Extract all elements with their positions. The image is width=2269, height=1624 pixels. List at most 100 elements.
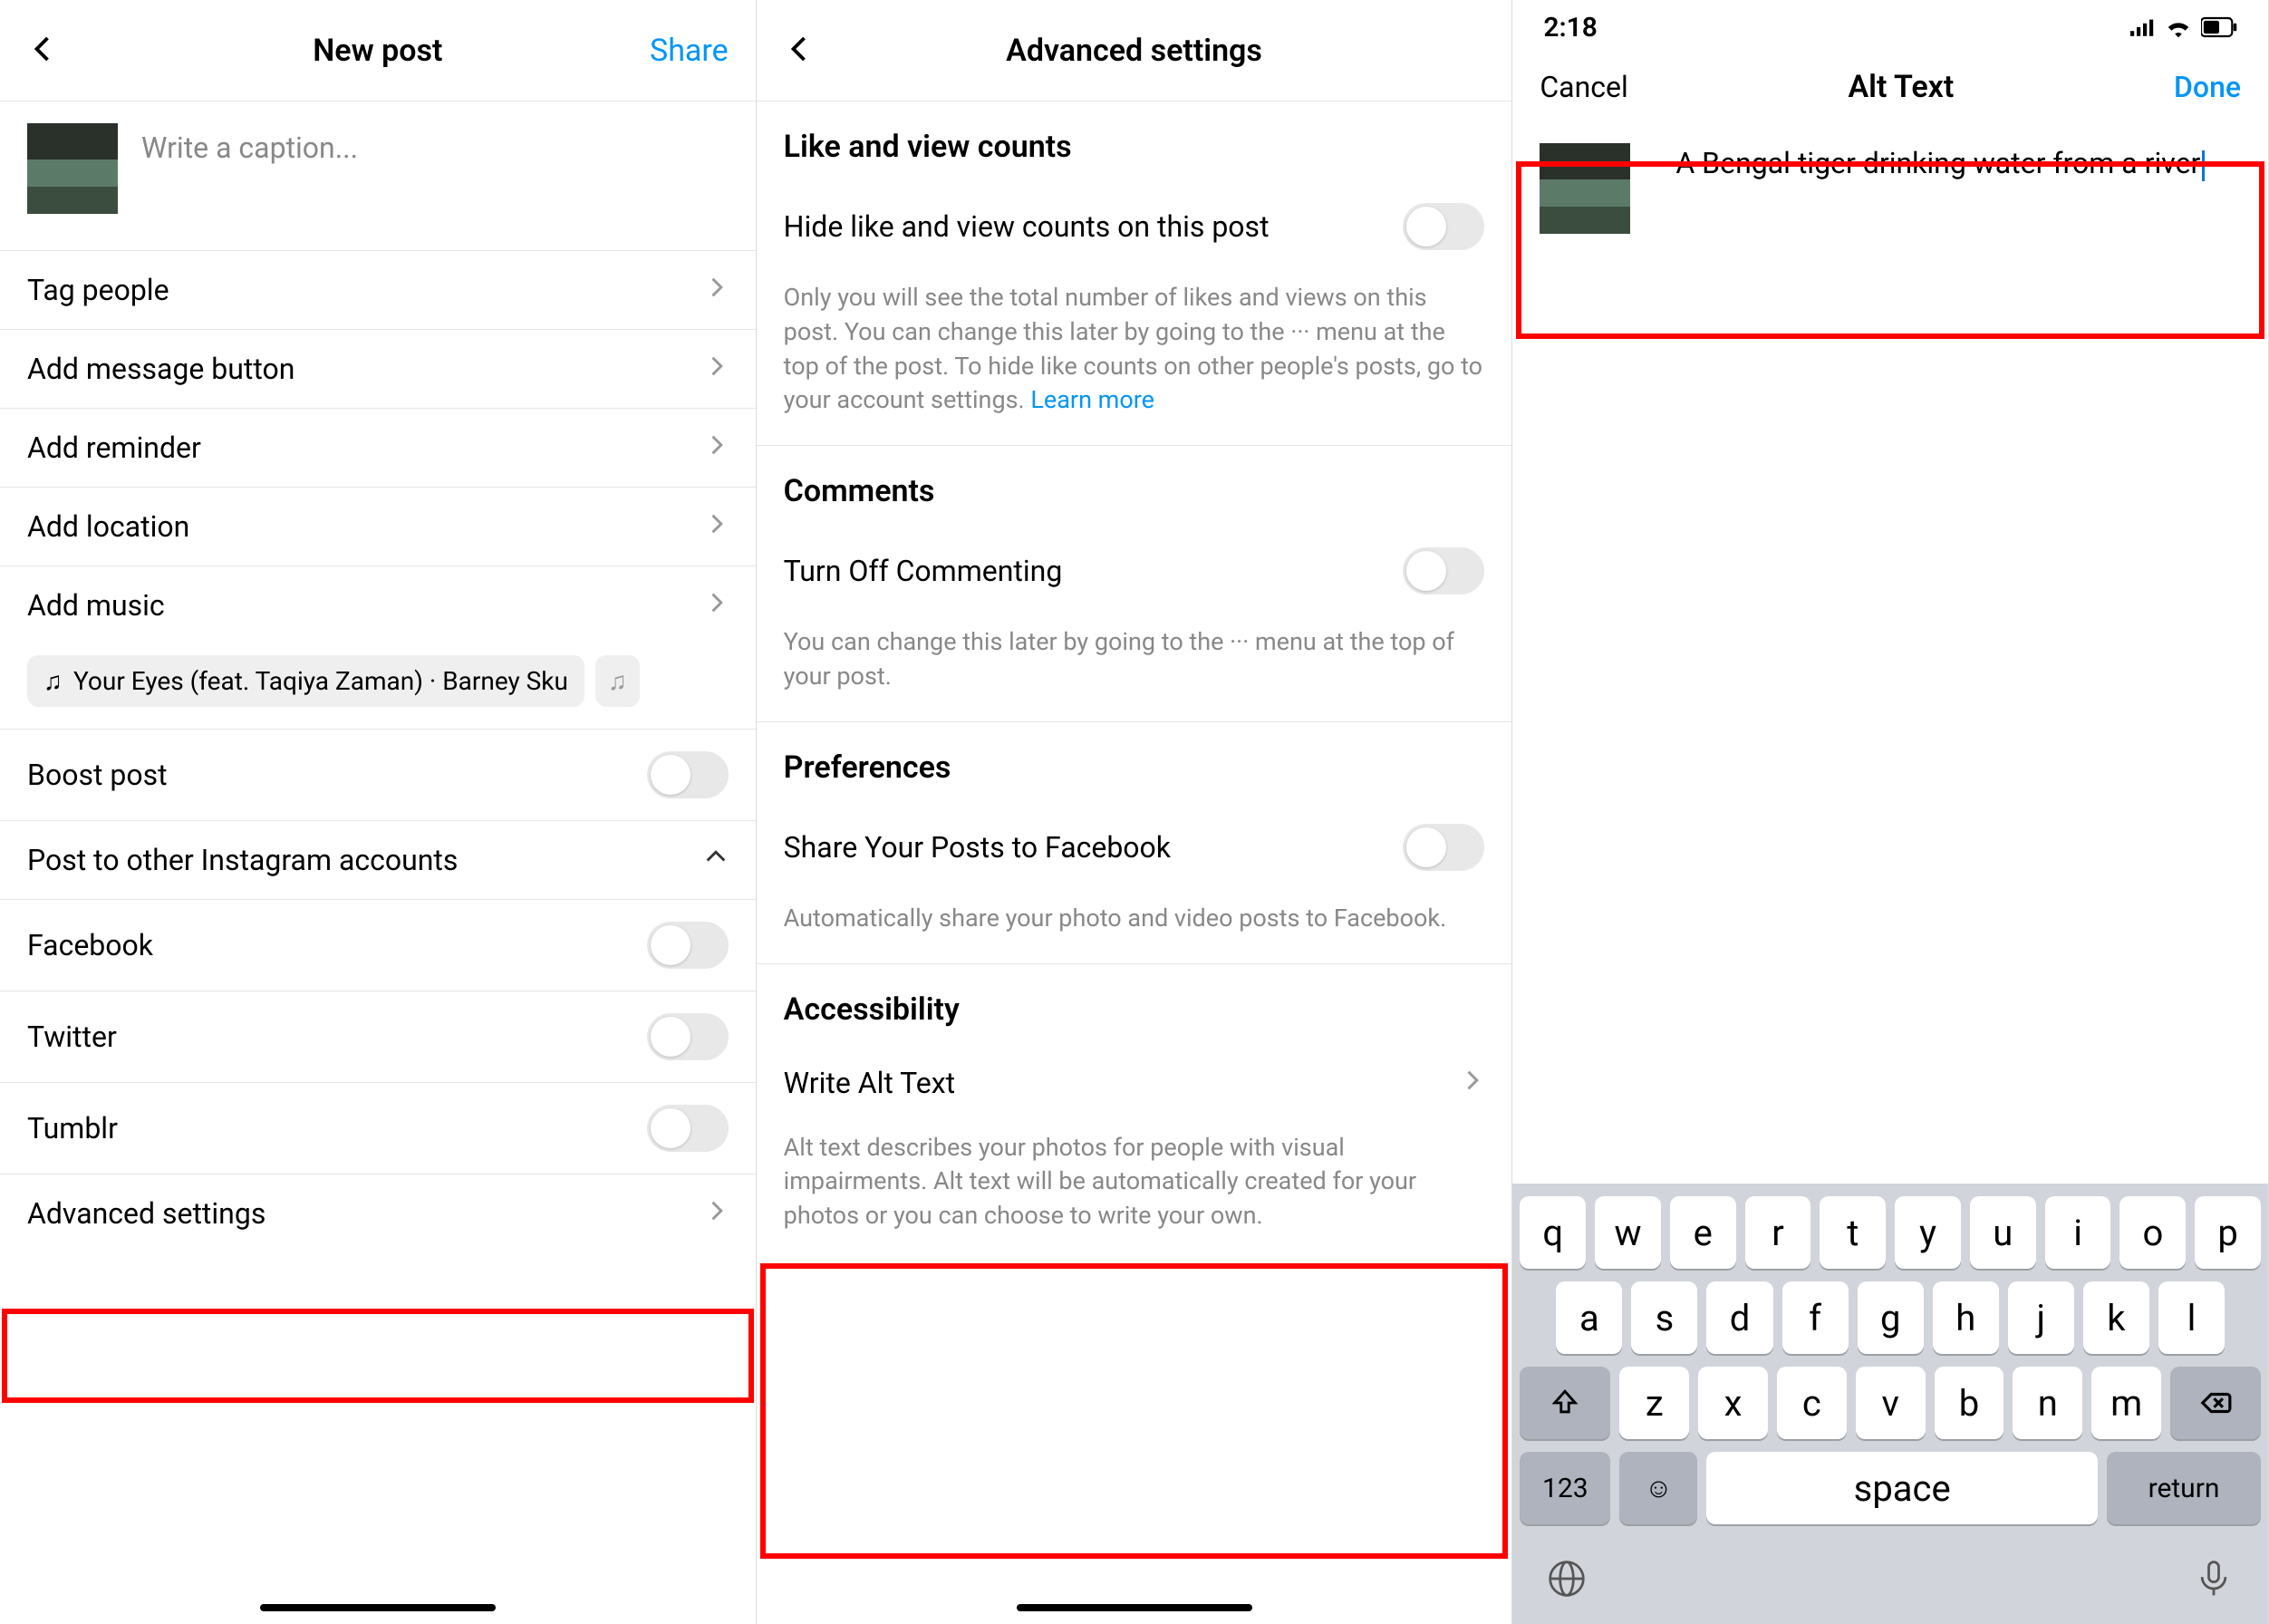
key-c[interactable]: c bbox=[1777, 1367, 1847, 1439]
key-l[interactable]: l bbox=[2158, 1281, 2225, 1354]
row-share-facebook[interactable]: Share Your Posts to Facebook bbox=[757, 800, 1512, 894]
key-return[interactable]: return bbox=[2107, 1452, 2261, 1524]
done-button[interactable]: Done bbox=[2174, 70, 2241, 104]
key-j[interactable]: j bbox=[2008, 1281, 2074, 1354]
battery-icon bbox=[2201, 16, 2237, 38]
toggle-twitter[interactable] bbox=[647, 1013, 729, 1060]
caption-input[interactable]: Write a caption... bbox=[141, 123, 358, 214]
row-label: Post to other Instagram accounts bbox=[27, 843, 458, 877]
alt-text-input[interactable]: A Bengal tiger drinking water from a riv… bbox=[1675, 143, 2205, 234]
key-emoji[interactable]: ☺ bbox=[1619, 1452, 1697, 1524]
back-icon[interactable] bbox=[27, 33, 60, 69]
key-space[interactable]: space bbox=[1706, 1452, 2098, 1524]
row-label: Twitter bbox=[27, 1020, 117, 1054]
key-k[interactable]: k bbox=[2083, 1281, 2149, 1354]
key-y[interactable]: y bbox=[1895, 1196, 1961, 1269]
header-new-post: New post Share bbox=[0, 0, 756, 102]
helper-accessibility: Alt text describes your photos for peopl… bbox=[757, 1124, 1512, 1261]
row-hide-like-counts[interactable]: Hide like and view counts on this post bbox=[757, 179, 1512, 274]
key-e[interactable]: e bbox=[1670, 1196, 1736, 1269]
music-chip[interactable]: ♫ Your Eyes (feat. Taqiya Zaman) · Barne… bbox=[27, 655, 584, 707]
key-u[interactable]: u bbox=[1970, 1196, 2036, 1269]
row-post-to-other[interactable]: Post to other Instagram accounts bbox=[0, 821, 756, 900]
row-advanced-settings[interactable]: Advanced settings bbox=[0, 1174, 756, 1252]
keyboard-row-2: a s d f g h j k l bbox=[1520, 1281, 2261, 1354]
page-title: New post bbox=[154, 33, 602, 69]
toggle-share-fb[interactable] bbox=[1403, 824, 1484, 871]
keyboard-row-4: 123 ☺ space return bbox=[1520, 1452, 2261, 1524]
toggle-boost-post[interactable] bbox=[647, 751, 729, 798]
key-r[interactable]: r bbox=[1745, 1196, 1811, 1269]
key-s[interactable]: s bbox=[1631, 1281, 1697, 1354]
row-label: Add message button bbox=[27, 352, 294, 386]
key-i[interactable]: i bbox=[2045, 1196, 2111, 1269]
post-thumbnail[interactable] bbox=[27, 123, 118, 214]
toggle-commenting[interactable] bbox=[1403, 547, 1484, 594]
emoji-icon: ☺ bbox=[1645, 1473, 1673, 1504]
row-label: Advanced settings bbox=[27, 1196, 266, 1231]
globe-icon bbox=[1547, 1559, 1587, 1599]
key-v[interactable]: v bbox=[1856, 1367, 1926, 1439]
key-m[interactable]: m bbox=[2091, 1367, 2161, 1439]
section-like-view: Like and view counts bbox=[757, 102, 1512, 179]
key-globe[interactable] bbox=[1547, 1559, 1587, 1602]
row-write-alt-text[interactable]: Write Alt Text bbox=[757, 1042, 1512, 1124]
key-z[interactable]: z bbox=[1619, 1367, 1689, 1439]
header-advanced-settings: Advanced settings bbox=[757, 0, 1512, 102]
toggle-hide-like[interactable] bbox=[1403, 203, 1484, 250]
chevron-right-icon bbox=[703, 273, 729, 307]
key-n[interactable]: n bbox=[2013, 1367, 2082, 1439]
key-f[interactable]: f bbox=[1782, 1281, 1849, 1354]
key-shift[interactable] bbox=[1520, 1367, 1610, 1439]
key-t[interactable]: t bbox=[1820, 1196, 1886, 1269]
key-o[interactable]: o bbox=[2119, 1196, 2186, 1269]
key-h[interactable]: h bbox=[1933, 1281, 1999, 1354]
key-g[interactable]: g bbox=[1858, 1281, 1924, 1354]
toggle-facebook[interactable] bbox=[647, 922, 729, 969]
row-social-twitter[interactable]: Twitter bbox=[0, 991, 756, 1083]
row-label: Write Alt Text bbox=[784, 1066, 955, 1100]
music-chip-next[interactable]: ♫ bbox=[595, 655, 640, 707]
key-w[interactable]: w bbox=[1595, 1196, 1661, 1269]
keyboard-row-3: z x c v b n m bbox=[1520, 1367, 2261, 1439]
key-p[interactable]: p bbox=[2195, 1196, 2261, 1269]
key-d[interactable]: d bbox=[1706, 1281, 1772, 1354]
text-cursor bbox=[2202, 150, 2205, 181]
panel-advanced-settings: Advanced settings Like and view counts H… bbox=[757, 0, 1513, 1624]
chevron-right-icon bbox=[703, 352, 729, 386]
music-chip-label: Your Eyes (feat. Taqiya Zaman) · Barney … bbox=[73, 666, 568, 696]
row-label: Add music bbox=[27, 588, 165, 623]
cancel-button[interactable]: Cancel bbox=[1540, 70, 1627, 104]
key-backspace[interactable] bbox=[2170, 1367, 2261, 1439]
key-q[interactable]: q bbox=[1520, 1196, 1586, 1269]
row-add-reminder[interactable]: Add reminder bbox=[0, 409, 756, 488]
learn-more-link[interactable]: Learn more bbox=[1030, 385, 1154, 414]
back-icon[interactable] bbox=[784, 33, 816, 69]
alt-text-body: A Bengal tiger drinking water from a riv… bbox=[1512, 129, 2268, 248]
page-title: Advanced settings bbox=[911, 33, 1358, 69]
row-label: Add location bbox=[27, 509, 189, 544]
key-a[interactable]: a bbox=[1556, 1281, 1622, 1354]
helper-hide-like: Only you will see the total number of li… bbox=[757, 274, 1512, 446]
status-time: 2:18 bbox=[1543, 12, 1598, 44]
row-add-location[interactable]: Add location bbox=[0, 488, 756, 566]
row-add-message-button[interactable]: Add message button bbox=[0, 330, 756, 409]
key-x[interactable]: x bbox=[1698, 1367, 1768, 1439]
row-boost-post[interactable]: Boost post bbox=[0, 730, 756, 821]
row-label: Turn Off Commenting bbox=[784, 554, 1063, 588]
row-social-tumblr[interactable]: Tumblr bbox=[0, 1083, 756, 1174]
row-tag-people[interactable]: Tag people bbox=[0, 251, 756, 330]
keyboard: q w e r t y u i o p a s d f g h j k l z bbox=[1512, 1184, 2268, 1624]
toggle-tumblr[interactable] bbox=[647, 1105, 729, 1152]
key-numbers[interactable]: 123 bbox=[1520, 1452, 1610, 1524]
key-b[interactable]: b bbox=[1935, 1367, 2004, 1439]
key-mic[interactable] bbox=[2194, 1559, 2234, 1602]
row-turn-off-commenting[interactable]: Turn Off Commenting bbox=[757, 524, 1512, 618]
chevron-right-icon bbox=[703, 509, 729, 544]
row-social-facebook[interactable]: Facebook bbox=[0, 900, 756, 991]
caption-row[interactable]: Write a caption... bbox=[0, 102, 756, 251]
row-label: Boost post bbox=[27, 758, 168, 792]
row-add-music[interactable]: Add music bbox=[0, 566, 756, 644]
helper-comments: You can change this later by going to th… bbox=[757, 618, 1512, 722]
share-button[interactable]: Share bbox=[650, 33, 729, 69]
